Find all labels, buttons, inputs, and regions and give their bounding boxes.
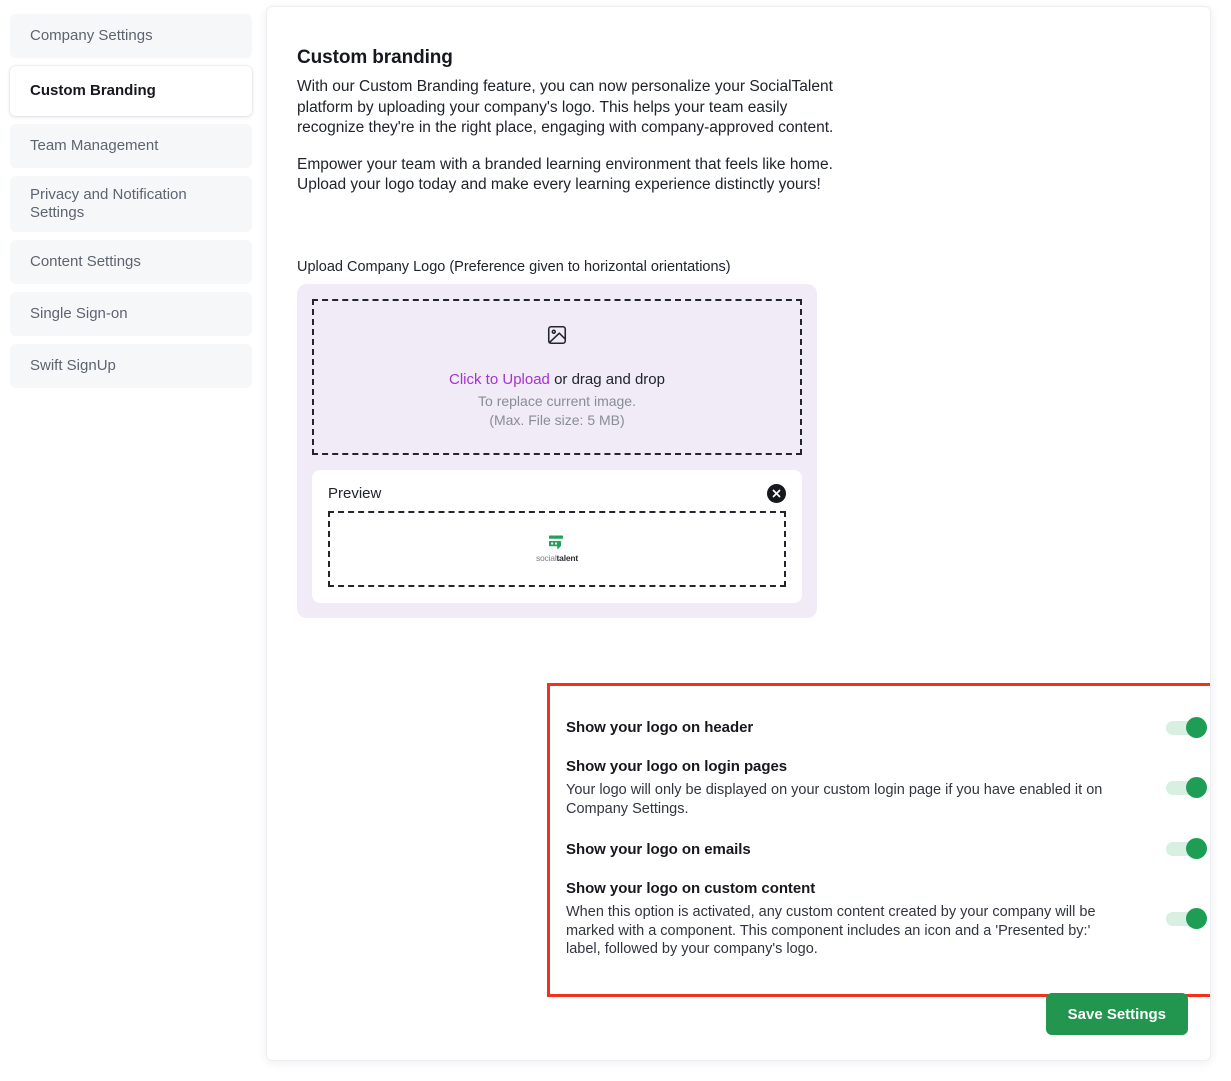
toggle-row-header: Show your logo on header Yes [566, 708, 1211, 747]
switch-value-label: Yes [1210, 780, 1211, 796]
custom-branding-panel: Custom branding With our Custom Branding… [266, 6, 1211, 1061]
switch-value-label: Yes [1210, 841, 1211, 857]
socialtalent-mark-icon [549, 535, 563, 550]
sidebar-item-content-settings[interactable]: Content Settings [10, 240, 252, 284]
sidebar-item-label: Team Management [30, 136, 159, 154]
switch-show-logo-on-custom-content[interactable] [1165, 908, 1207, 930]
dropzone-hint-line-2: (Max. File size: 5 MB) [489, 412, 625, 429]
sidebar-item-single-sign-on[interactable]: Single Sign-on [10, 292, 252, 336]
preview-image-box: socialtalent [328, 511, 786, 588]
socialtalent-logo: socialtalent [536, 535, 578, 563]
sidebar-item-privacy-and-notification-settings[interactable]: Privacy and Notification Settings [10, 176, 252, 232]
logo-visibility-settings-group: Show your logo on header Yes Show your l… [547, 683, 1211, 998]
wordmark-talent: talent [556, 553, 579, 564]
logo-dropzone[interactable]: Click to Upload or drag and drop To repl… [312, 299, 802, 456]
switch-value-label: Yes [1210, 911, 1211, 927]
toggle-row-text: Show your logo on custom content When th… [566, 880, 1111, 960]
intro-paragraph-2: Empower your team with a branded learnin… [297, 155, 833, 194]
sidebar-item-team-management[interactable]: Team Management [10, 124, 252, 168]
sidebar-item-label: Company Settings [30, 26, 153, 44]
switch-value-label: Yes [1210, 720, 1211, 736]
settings-sidebar: Company Settings Custom Branding Team Ma… [10, 14, 252, 396]
toggle-description: Your logo will only be displayed on your… [566, 782, 1103, 817]
drag-and-drop-text: or drag and drop [549, 370, 665, 388]
socialtalent-wordmark: socialtalent [536, 553, 578, 563]
toggle-row-emails: Show your logo on emails Yes [566, 830, 1211, 869]
save-settings-button[interactable]: Save Settings [1045, 993, 1188, 1035]
dropzone-primary-text: Click to Upload or drag and drop [449, 371, 665, 388]
logo-preview-card: Preview socialtalent [312, 470, 802, 604]
sidebar-item-label: Privacy and Notification Settings [30, 185, 187, 221]
sidebar-item-label: Content Settings [30, 252, 141, 270]
click-to-upload-link[interactable]: Click to Upload [449, 371, 550, 388]
switch-knob [1185, 838, 1207, 860]
toggle-title: Show your logo on header [566, 719, 754, 736]
switch-knob [1185, 716, 1207, 738]
switch-knob [1185, 908, 1207, 930]
sidebar-item-company-settings[interactable]: Company Settings [10, 14, 252, 58]
close-circle-icon[interactable] [767, 484, 786, 504]
intro-paragraph-1: With our Custom Branding feature, you ca… [297, 78, 834, 137]
switch-show-logo-on-login-pages[interactable] [1165, 777, 1207, 799]
toggle-title: Show your logo on login pages [566, 758, 788, 775]
dropzone-hint-line-1: To replace current image. [478, 392, 636, 409]
sidebar-item-label: Single Sign-on [30, 304, 128, 322]
toggle-row-text: Show your logo on header [566, 719, 753, 736]
toggle-control-custom-content: Yes [1165, 908, 1211, 930]
sidebar-item-label: Swift SignUp [30, 356, 116, 374]
preview-header: Preview [328, 484, 786, 504]
switch-show-logo-on-emails[interactable] [1165, 838, 1207, 860]
switch-show-logo-on-header[interactable] [1165, 716, 1207, 738]
upload-card: Click to Upload or drag and drop To repl… [297, 284, 817, 619]
toggle-title: Show your logo on emails [566, 840, 751, 858]
switch-knob [1185, 777, 1207, 799]
page-title: Custom branding [297, 47, 453, 68]
wordmark-social: social [535, 553, 557, 564]
sidebar-item-label: Custom Branding [30, 81, 156, 99]
toggle-control-emails: Yes [1165, 838, 1211, 860]
upload-section-label: Upload Company Logo (Preference given to… [297, 259, 731, 276]
toggle-title: Show your logo on custom content [566, 879, 816, 897]
toggle-control-header: Yes [1165, 716, 1211, 738]
image-placeholder-icon [546, 324, 568, 351]
sidebar-item-swift-signup[interactable]: Swift SignUp [10, 344, 252, 388]
dropzone-hint: To replace current image. (Max. File siz… [478, 392, 636, 431]
toggle-description: When this option is activated, any custo… [566, 903, 1096, 958]
toggle-control-login-pages: Yes [1165, 777, 1211, 799]
preview-title: Preview [328, 485, 382, 503]
settings-page: Company Settings Custom Branding Team Ma… [0, 0, 1231, 1081]
toggle-row-text: Show your logo on login pages Your logo … [566, 758, 1111, 819]
toggle-row-text: Show your logo on emails [566, 841, 751, 858]
toggle-row-login-pages: Show your logo on login pages Your logo … [566, 747, 1211, 830]
sidebar-item-custom-branding[interactable]: Custom Branding [10, 66, 252, 116]
toggle-row-custom-content: Show your logo on custom content When th… [566, 869, 1211, 971]
